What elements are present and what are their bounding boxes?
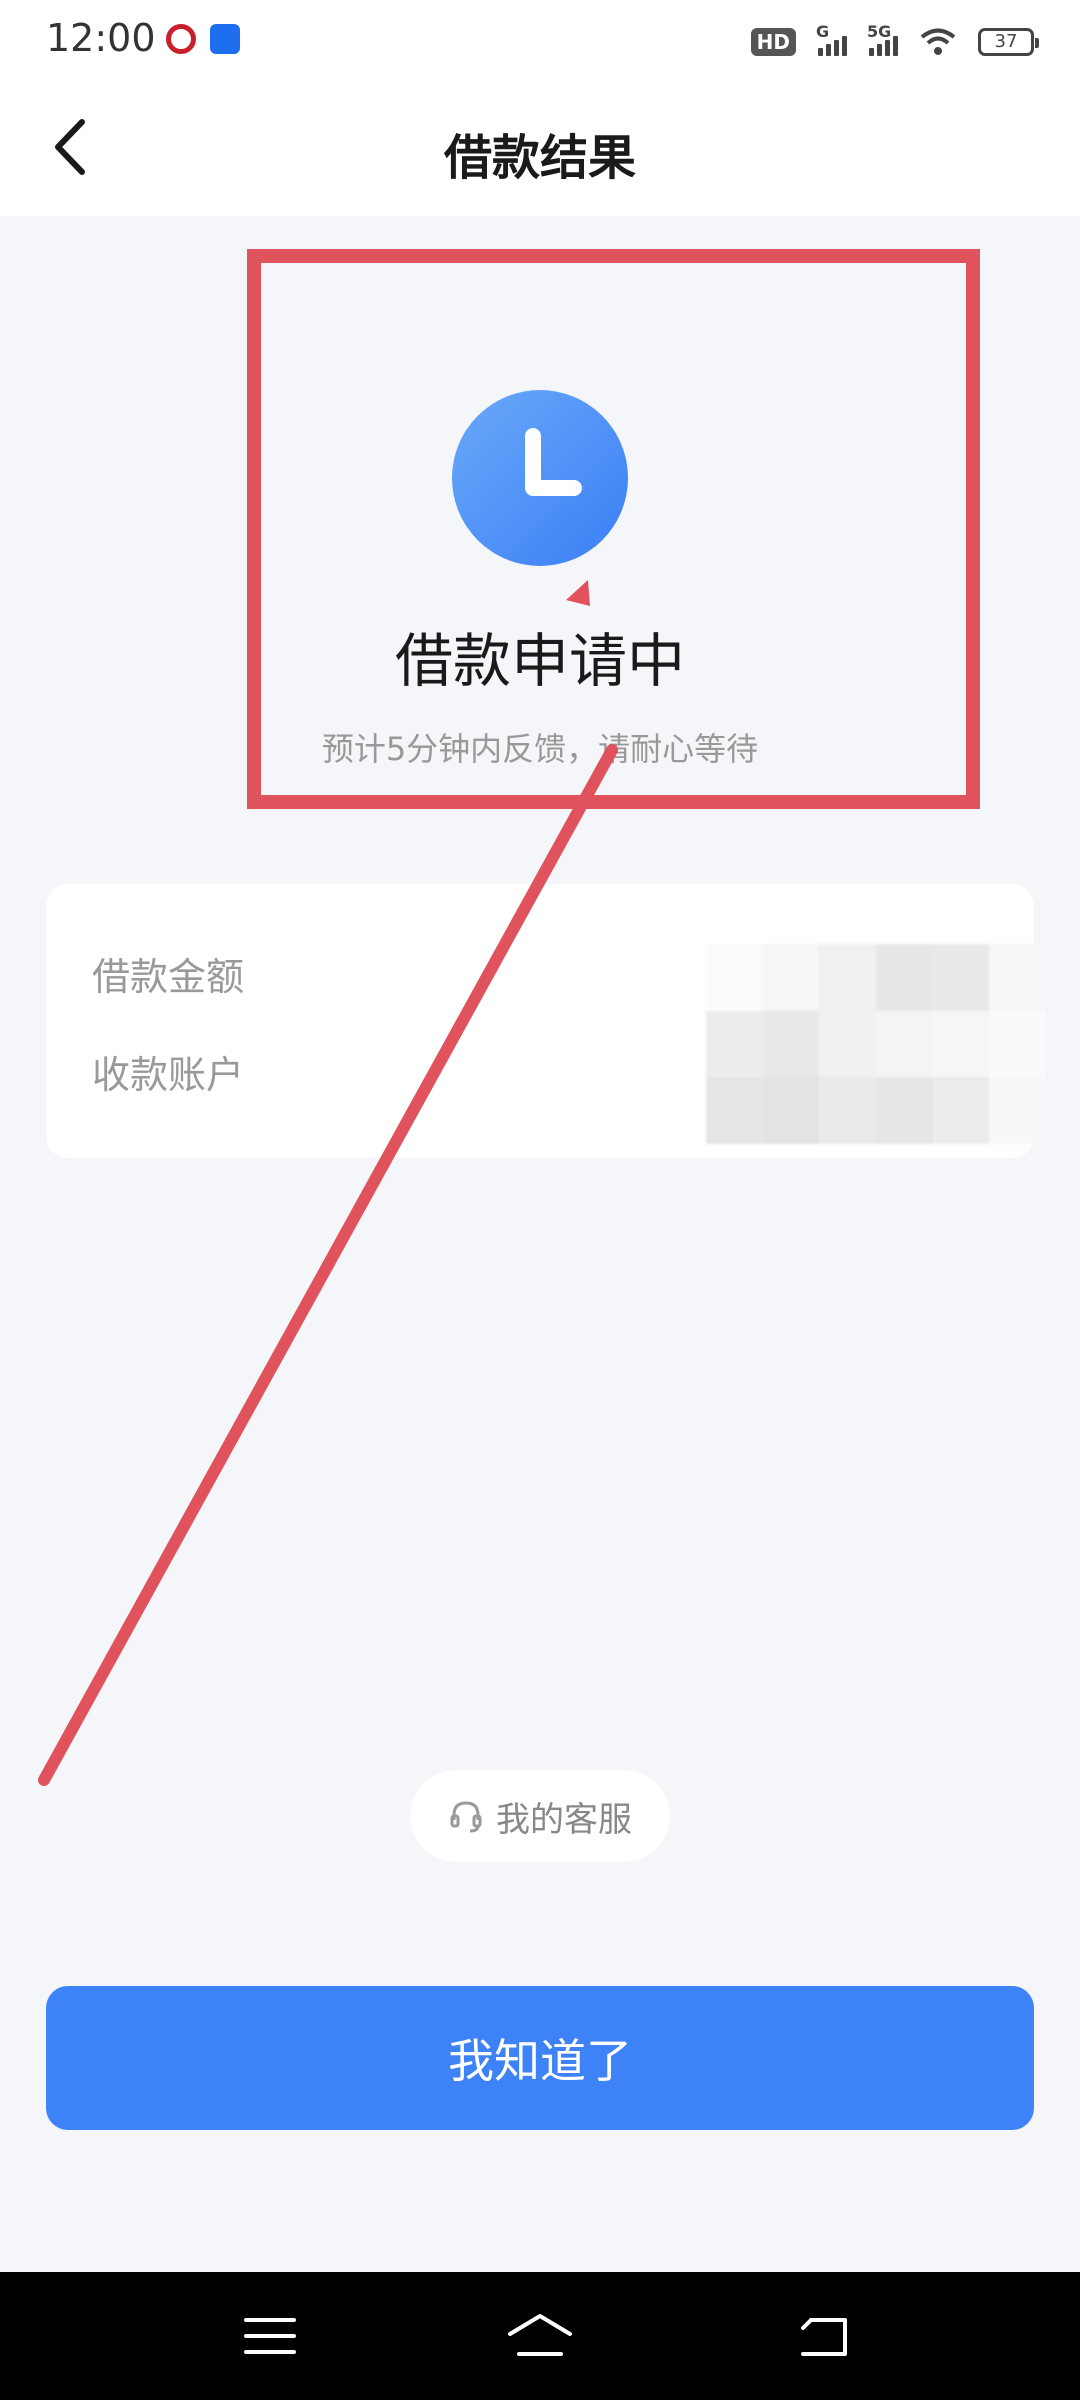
annotation-arrow-head	[566, 580, 590, 606]
status-bar: 12:00 HD G 5G 37	[0, 0, 1080, 82]
page-title: 借款结果	[443, 130, 636, 186]
loan-info-card: 借款金额 收款账户	[46, 884, 1046, 1158]
signal-5g-icon: 5G	[867, 22, 898, 56]
hd-icon: HD	[750, 28, 796, 56]
wifi-icon	[920, 28, 956, 55]
customer-service-label: 我的客服	[496, 1799, 632, 1840]
confirm-button[interactable]: 我知道了	[46, 1986, 1034, 2130]
status-subtitle: 预计5分钟内反馈，请耐心等待	[321, 730, 759, 768]
status-time: 12:00	[46, 16, 156, 60]
receiving-account-label: 收款账户	[92, 1053, 245, 1097]
headset-icon	[450, 1801, 482, 1833]
alarm-app-icon	[210, 24, 240, 54]
confirm-button-label: 我知道了	[448, 2035, 632, 2087]
loan-amount-label: 借款金额	[92, 955, 245, 999]
bank-app-icon	[166, 24, 196, 54]
customer-service-button[interactable]: 我的客服	[410, 1770, 670, 1862]
clock-icon	[452, 390, 628, 566]
back-nav-icon[interactable]	[795, 2306, 855, 2366]
status-title: 借款申请中	[394, 627, 685, 695]
signal-g-icon: G	[816, 22, 847, 56]
home-icon[interactable]	[505, 2306, 575, 2366]
menu-icon[interactable]	[240, 2306, 300, 2366]
status-indicators: HD G 5G 37	[750, 22, 1039, 62]
system-nav-bar	[0, 2272, 1080, 2400]
header: 借款结果	[0, 82, 1080, 216]
battery-icon: 37	[978, 28, 1039, 56]
redacted-values	[706, 944, 1046, 1144]
